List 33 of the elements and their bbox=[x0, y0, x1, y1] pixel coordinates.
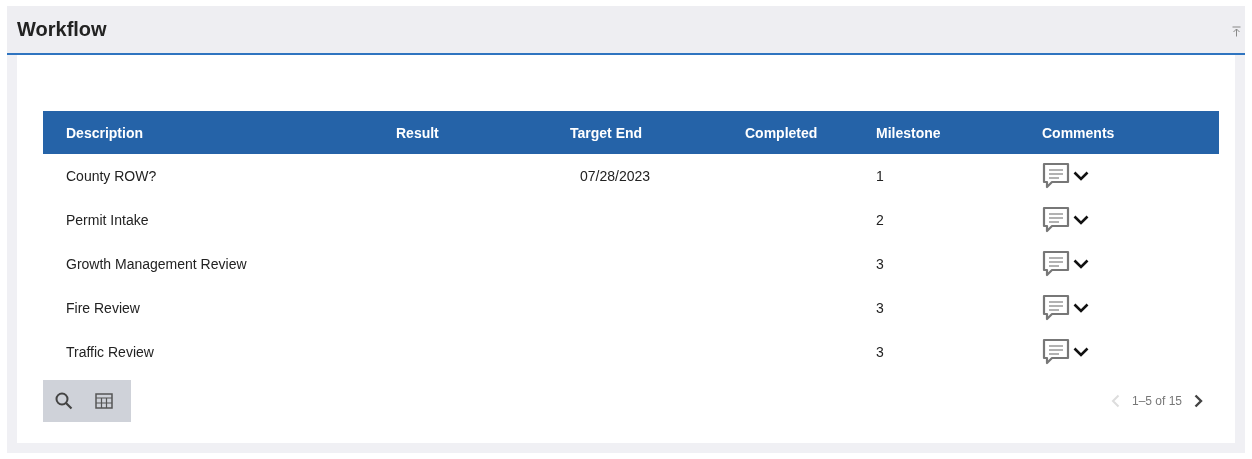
chevron-down-icon[interactable] bbox=[1073, 215, 1089, 225]
chevron-right-icon[interactable] bbox=[1194, 394, 1203, 408]
panel-title: Workflow bbox=[17, 18, 107, 41]
table-cell: 3 bbox=[876, 256, 884, 272]
column-header: Result bbox=[396, 124, 440, 141]
table-cell: County ROW? bbox=[66, 168, 157, 184]
table-cell: 1 bbox=[876, 168, 884, 184]
chevron-down-icon[interactable] bbox=[1073, 171, 1089, 181]
comment-icon[interactable] bbox=[1042, 294, 1070, 322]
page-range: 1–5 of 15 bbox=[1131, 394, 1182, 408]
table-cell: Fire Review bbox=[66, 300, 140, 316]
column-header: Comments bbox=[1042, 124, 1116, 141]
column-header: Milestone bbox=[876, 124, 942, 141]
table-cell: 2 bbox=[876, 212, 884, 228]
comment-icon[interactable] bbox=[1042, 338, 1070, 366]
table-cell: 3 bbox=[876, 300, 884, 316]
chevron-down-icon[interactable] bbox=[1073, 347, 1089, 357]
comment-icon[interactable] bbox=[1042, 162, 1070, 190]
column-header: Description bbox=[66, 124, 144, 141]
comment-icon[interactable] bbox=[1042, 250, 1070, 278]
comment-icon[interactable] bbox=[1042, 206, 1070, 234]
chevron-down-icon[interactable] bbox=[1073, 303, 1089, 313]
column-header: Target End bbox=[570, 124, 644, 141]
table-cell: 07/28/2023 bbox=[580, 168, 651, 184]
column-header: Completed bbox=[745, 124, 819, 141]
chevron-down-icon[interactable] bbox=[1073, 259, 1089, 269]
search-icon[interactable] bbox=[55, 392, 73, 410]
table-cell: Traffic Review bbox=[66, 344, 154, 360]
table-cell: 3 bbox=[876, 344, 884, 360]
table-cell: Permit Intake bbox=[66, 212, 149, 228]
collapse-icon[interactable] bbox=[1232, 26, 1241, 37]
table-icon[interactable] bbox=[95, 393, 113, 409]
table-cell: Growth Management Review bbox=[66, 256, 247, 272]
